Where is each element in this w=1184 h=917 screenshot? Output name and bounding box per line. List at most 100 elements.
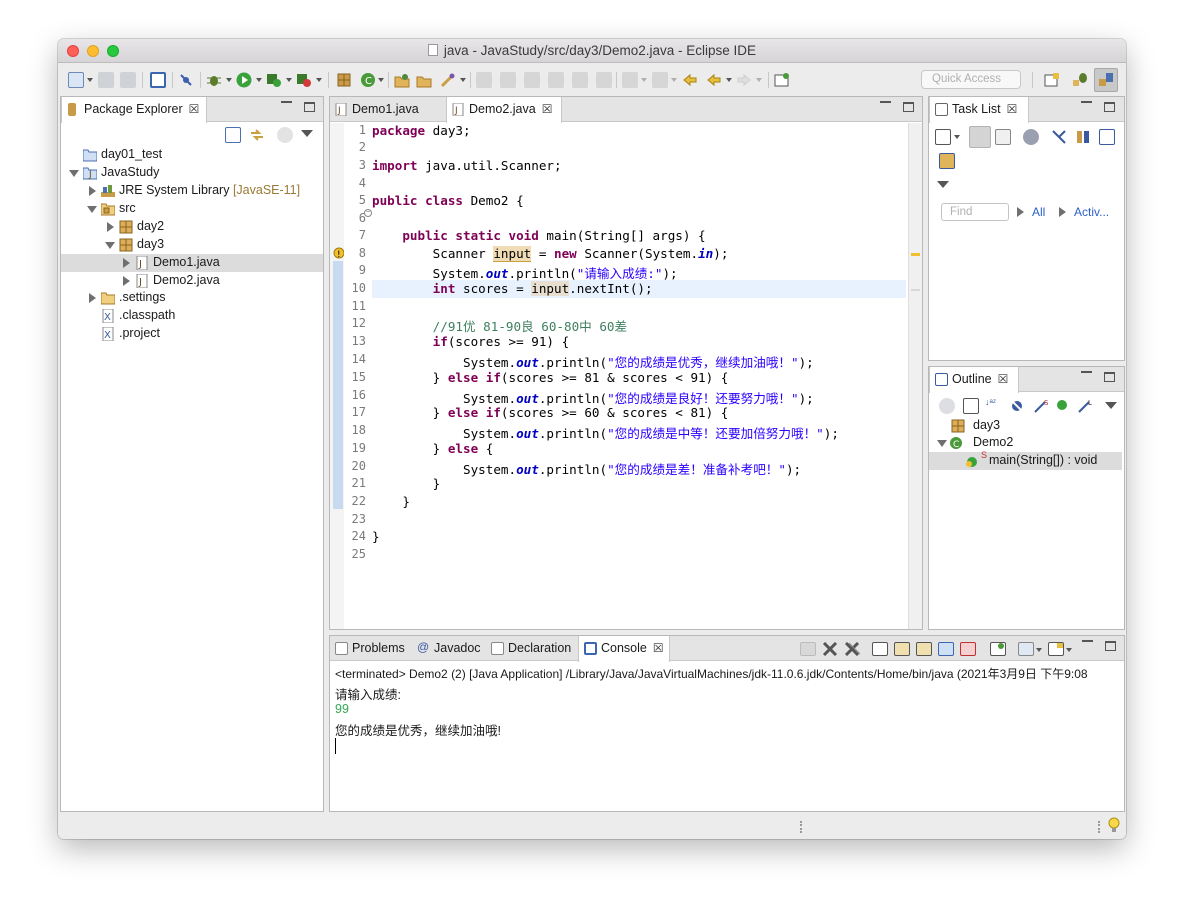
collapsed-arrow-icon[interactable]	[123, 258, 130, 268]
collapse-all-icon[interactable]	[225, 127, 241, 143]
tab-console[interactable]: Console ☒	[578, 636, 670, 662]
console-view-icon[interactable]	[150, 72, 166, 88]
focus-active-task-icon[interactable]	[939, 398, 955, 414]
sort-icon[interactable]: ↓ᵃᶻ	[985, 398, 1001, 414]
word-wrap-icon[interactable]	[916, 642, 932, 656]
tree-item-day2[interactable]: day2	[65, 218, 319, 236]
find-input[interactable]: Find	[941, 203, 1009, 221]
occurrence-marker[interactable]	[911, 289, 920, 291]
collapsed-arrow-icon[interactable]	[89, 293, 96, 303]
tree-item-settings[interactable]: .settings	[65, 289, 319, 307]
expanded-arrow-icon[interactable]	[937, 440, 947, 447]
outline-item-class[interactable]: C Demo2	[929, 434, 1124, 452]
coverage-dropdown-icon[interactable]	[286, 78, 292, 82]
skip-breakpoints-icon[interactable]	[178, 72, 194, 88]
minimize-view-icon[interactable]	[1082, 640, 1093, 650]
back-dropdown-icon[interactable]	[726, 78, 732, 82]
maximize-view-icon[interactable]	[903, 102, 914, 112]
collapsed-arrow-icon[interactable]	[107, 222, 114, 232]
collapse-all-icon[interactable]	[963, 398, 979, 414]
maximize-view-icon[interactable]	[304, 102, 315, 112]
next-annotation-icon[interactable]	[622, 72, 638, 88]
close-icon[interactable]: ☒	[653, 641, 664, 655]
editor-tab-demo2[interactable]: J Demo2.java ☒	[446, 97, 562, 123]
toggle-block-selection-icon[interactable]	[524, 72, 540, 88]
annotation-ruler[interactable]: !	[330, 123, 345, 629]
display-selected-console-dropdown-icon[interactable]	[1036, 648, 1042, 652]
tree-item-javastudy[interactable]: J JavaStudy	[65, 164, 319, 182]
occurrence-marker[interactable]	[911, 253, 920, 256]
tab-javadoc[interactable]: @ Javadoc	[412, 636, 486, 661]
coverage-icon[interactable]	[266, 72, 282, 88]
debug-perspective-icon[interactable]	[1072, 72, 1088, 88]
minimize-view-icon[interactable]	[880, 101, 891, 111]
show-console-on-stdout-icon[interactable]	[938, 642, 954, 656]
open-task-icon[interactable]	[416, 72, 432, 88]
tab-declaration[interactable]: Declaration	[486, 636, 578, 661]
close-icon[interactable]: ☒	[542, 102, 553, 116]
tab-outline[interactable]: Outline ☒	[929, 367, 1019, 393]
maximize-view-icon[interactable]	[1104, 372, 1115, 382]
view-menu-icon[interactable]	[1105, 402, 1117, 409]
toggle-annotation-icon[interactable]	[476, 72, 492, 88]
fold-collapse-icon[interactable]: −	[364, 209, 372, 217]
debug-dropdown-icon[interactable]	[226, 78, 232, 82]
open-console-icon[interactable]	[1048, 642, 1064, 656]
scheduled-icon[interactable]	[995, 129, 1011, 145]
filter-icon[interactable]	[277, 127, 293, 143]
tree-item-demo1-java[interactable]: J Demo1.java	[61, 254, 323, 272]
open-console-dropdown-icon[interactable]	[1066, 648, 1072, 652]
scroll-lock-icon[interactable]	[894, 642, 910, 656]
hide-non-public-icon[interactable]	[1057, 400, 1067, 410]
terminate-icon[interactable]	[800, 642, 816, 656]
hide-local-types-icon[interactable]: L	[1077, 398, 1093, 414]
tree-item-jre-system-library[interactable]: JRE System Library [JavaSE-11]	[65, 182, 319, 200]
debug-icon[interactable]	[206, 72, 222, 88]
close-icon[interactable]: ☒	[189, 102, 200, 116]
view-menu-icon[interactable]	[301, 130, 313, 137]
java-perspective-icon[interactable]	[1094, 68, 1118, 92]
overview-ruler[interactable]	[908, 123, 922, 629]
open-perspective-icon[interactable]	[1044, 72, 1060, 88]
forward-icon[interactable]	[736, 72, 752, 88]
show-console-on-stderr-icon[interactable]	[960, 642, 976, 656]
maximize-view-icon[interactable]	[1105, 641, 1116, 651]
clear-console-icon[interactable]	[872, 642, 888, 656]
lightbulb-icon[interactable]	[1107, 817, 1121, 835]
minimize-view-icon[interactable]	[1081, 371, 1092, 381]
run-icon[interactable]	[236, 72, 252, 88]
tree-item-day01-test[interactable]: day01_test	[65, 146, 319, 164]
tab-task-list[interactable]: Task List ☒	[929, 97, 1029, 123]
previous-annotation-dropdown-icon[interactable]	[671, 78, 677, 82]
tab-problems[interactable]: Problems	[330, 636, 408, 661]
tree-item-classpath[interactable]: X .classpath	[65, 307, 319, 325]
back-icon[interactable]	[706, 72, 722, 88]
hide-fields-icon[interactable]	[1009, 398, 1025, 414]
minimize-view-icon[interactable]	[281, 101, 292, 111]
new-class-dropdown-icon[interactable]	[378, 78, 384, 82]
collapse-all-icon[interactable]	[1099, 129, 1115, 145]
tree-item-project[interactable]: X .project	[65, 325, 319, 343]
run-dropdown-icon[interactable]	[256, 78, 262, 82]
new-task-icon[interactable]	[935, 129, 951, 145]
tree-item-demo2-java[interactable]: J Demo2.java	[65, 272, 319, 290]
pin-console-icon[interactable]	[990, 642, 1006, 656]
remove-all-terminated-icon[interactable]	[844, 641, 861, 657]
new-icon[interactable]	[68, 72, 84, 88]
collapse-icon[interactable]	[1051, 129, 1067, 145]
view-menu-icon[interactable]	[937, 181, 949, 188]
open-type-icon[interactable]	[394, 72, 410, 88]
tree-item-day3[interactable]: day3	[65, 236, 319, 254]
search-dropdown-icon[interactable]	[460, 78, 466, 82]
minimize-view-icon[interactable]	[1081, 101, 1092, 111]
expanded-arrow-icon[interactable]	[69, 170, 79, 177]
tab-package-explorer[interactable]: Package Explorer ☒	[61, 97, 207, 123]
save-icon[interactable]	[98, 72, 114, 88]
external-tools-icon[interactable]	[296, 72, 312, 88]
last-edit-location-icon[interactable]	[682, 72, 698, 88]
display-selected-console-icon[interactable]	[1018, 642, 1034, 656]
remove-launch-icon[interactable]	[822, 641, 838, 657]
close-icon[interactable]: ☒	[998, 372, 1009, 386]
categorized-icon[interactable]	[969, 126, 991, 148]
tree-item-src[interactable]: src	[65, 200, 319, 218]
